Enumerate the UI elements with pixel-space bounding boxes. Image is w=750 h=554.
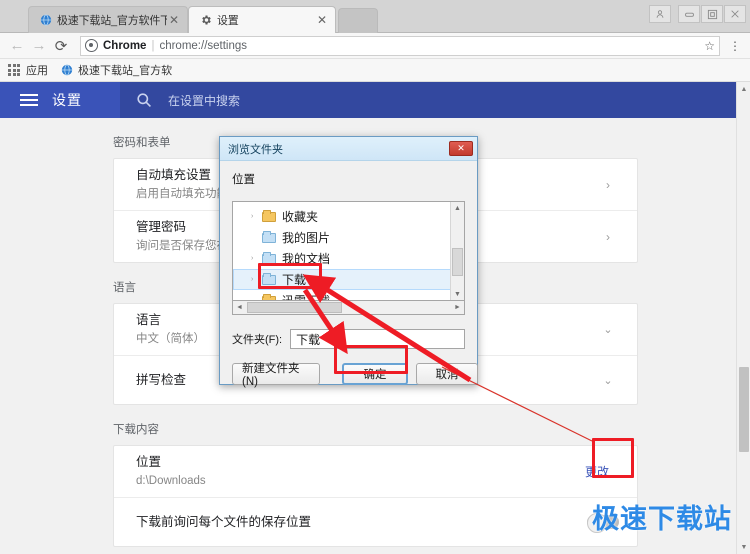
scroll-right-arrow[interactable]: ► bbox=[451, 302, 464, 314]
expander-icon[interactable]: › bbox=[251, 255, 262, 262]
close-button[interactable] bbox=[724, 5, 746, 23]
scroll-up-arrow[interactable]: ▲ bbox=[451, 202, 464, 214]
row-title: 下载前询问每个文件的保存位置 bbox=[136, 514, 312, 529]
chrome-menu-icon[interactable]: ⋮ bbox=[726, 40, 744, 52]
close-icon[interactable]: ✕ bbox=[449, 141, 473, 156]
expander-icon[interactable]: › bbox=[251, 276, 262, 283]
row-ask-before-download[interactable]: 下载前询问每个文件的保存位置 bbox=[114, 498, 637, 546]
new-tab-button[interactable] bbox=[338, 8, 378, 33]
tab-title: 极速下载站_官方软件下 bbox=[57, 15, 167, 27]
change-button[interactable]: 更改 bbox=[575, 457, 619, 486]
apps-grid-icon[interactable] bbox=[8, 64, 20, 76]
back-button[interactable]: ← bbox=[6, 35, 28, 57]
tree-item-favorites[interactable]: › 收藏夹 bbox=[233, 206, 464, 227]
chrome-circle-icon bbox=[85, 39, 98, 52]
tree-item-documents[interactable]: › 我的文档 bbox=[233, 248, 464, 269]
globe-icon bbox=[39, 14, 52, 27]
folder-name-label: 文件夹(F): bbox=[232, 334, 283, 346]
bookmark-apps[interactable]: 应用 bbox=[26, 62, 48, 78]
folder-documents-icon bbox=[262, 252, 277, 265]
tree-item-downloads[interactable]: › 下载 bbox=[233, 269, 464, 290]
chevron-right-icon[interactable]: › bbox=[597, 230, 619, 244]
scrollbar-thumb[interactable] bbox=[247, 302, 342, 313]
scrollbar-thumb[interactable] bbox=[452, 248, 463, 276]
folder-pictures-icon bbox=[262, 231, 277, 244]
bookmark-apps-label: 应用 bbox=[26, 65, 48, 77]
tab-settings[interactable]: 设置 ✕ bbox=[188, 6, 336, 33]
address-bar[interactable]: Chrome | chrome://settings ☆ bbox=[80, 35, 720, 56]
omnibox-scheme-label: Chrome bbox=[103, 39, 147, 52]
settings-header: 设置 在设置中搜索 bbox=[0, 82, 736, 118]
tree-item-label: 迅雷下载 bbox=[282, 294, 331, 301]
omnibox-url: chrome://settings bbox=[159, 39, 248, 52]
folder-download-icon bbox=[262, 273, 277, 286]
bookmark-star-icon[interactable]: ☆ bbox=[704, 39, 715, 53]
chevron-right-icon[interactable]: › bbox=[597, 178, 619, 192]
dialog-titlebar: 浏览文件夹 ✕ bbox=[220, 137, 477, 161]
ok-button[interactable]: 确定 bbox=[342, 363, 408, 385]
reload-button[interactable]: ⟳ bbox=[50, 35, 72, 57]
tab-title: 设置 bbox=[217, 15, 239, 27]
tree-item-label: 收藏夹 bbox=[282, 210, 319, 224]
globe-icon bbox=[60, 64, 73, 77]
tab-close-icon[interactable]: ✕ bbox=[315, 14, 329, 26]
scrollbar-thumb[interactable] bbox=[739, 367, 749, 452]
forward-button[interactable]: → bbox=[28, 35, 50, 57]
search-icon bbox=[136, 92, 152, 108]
dialog-body: 位置 › 收藏夹 我的图片 › 我的文档 › 下载 迅雷下载 ▲ ▼ ◄ ► 文… bbox=[220, 161, 478, 388]
browser-toolbar: ← → ⟳ Chrome | chrome://settings ☆ ⋮ bbox=[0, 33, 750, 59]
tree-item-label: 我的图片 bbox=[282, 231, 331, 245]
tree-horizontal-scrollbar[interactable]: ◄ ► bbox=[232, 301, 465, 315]
tab-close-icon[interactable]: ✕ bbox=[167, 14, 181, 26]
hamburger-icon[interactable] bbox=[20, 94, 38, 106]
folder-tree[interactable]: › 收藏夹 我的图片 › 我的文档 › 下载 迅雷下载 ▲ ▼ bbox=[232, 201, 465, 301]
tree-item-label: 我的文档 bbox=[282, 252, 331, 266]
chevron-down-icon[interactable]: ⌄ bbox=[597, 323, 619, 336]
row-subtitle: d:\Downloads bbox=[136, 475, 206, 487]
settings-search-box[interactable]: 在设置中搜索 bbox=[120, 82, 736, 118]
maximize-button[interactable] bbox=[701, 5, 723, 23]
tree-vertical-scrollbar[interactable]: ▲ ▼ bbox=[450, 202, 464, 300]
tree-item-thunder-downloads[interactable]: 迅雷下载 bbox=[233, 290, 464, 301]
scroll-up-arrow[interactable]: ▲ bbox=[737, 82, 750, 96]
tab-strip: 极速下载站_官方软件下 ✕ 设置 ✕ bbox=[0, 0, 750, 33]
scroll-left-arrow[interactable]: ◄ bbox=[233, 302, 246, 314]
folder-tree-list: › 收藏夹 我的图片 › 我的文档 › 下载 迅雷下载 bbox=[233, 202, 464, 301]
new-folder-button[interactable]: 新建文件夹(N) bbox=[232, 363, 320, 388]
minimize-button[interactable] bbox=[678, 5, 700, 23]
person-icon[interactable] bbox=[649, 5, 671, 23]
folder-icon bbox=[262, 294, 277, 300]
dialog-prompt: 位置 bbox=[232, 174, 255, 186]
cancel-button[interactable]: 取消 bbox=[416, 363, 478, 385]
omnibox-divider: | bbox=[151, 39, 155, 52]
row-title: 位置 bbox=[136, 455, 162, 469]
tree-item-pictures[interactable]: 我的图片 bbox=[233, 227, 464, 248]
expander-icon[interactable]: › bbox=[251, 213, 262, 220]
gear-icon bbox=[199, 14, 212, 27]
bookmark-item[interactable]: 极速下载站_官方软 bbox=[60, 62, 172, 78]
row-download-location[interactable]: 位置 d:\Downloads 更改 bbox=[114, 446, 637, 498]
tree-item-label: 下载 bbox=[282, 273, 307, 287]
bookmark-label: 极速下载站_官方软 bbox=[78, 65, 173, 77]
tab-jisu-download[interactable]: 极速下载站_官方软件下 ✕ bbox=[28, 6, 188, 33]
browse-folder-dialog: 浏览文件夹 ✕ 位置 › 收藏夹 我的图片 › 我的文档 › 下载 迅雷下载 ▲… bbox=[219, 136, 478, 388]
folder-name-row: 文件夹(F): 下载 bbox=[232, 329, 465, 349]
folder-name-input[interactable]: 下载 bbox=[290, 329, 465, 349]
dialog-buttons: 新建文件夹(N) 确定 取消 bbox=[232, 363, 478, 388]
dialog-title: 浏览文件夹 bbox=[228, 143, 283, 156]
scroll-down-arrow[interactable]: ▼ bbox=[737, 540, 750, 554]
folder-star-icon bbox=[262, 210, 277, 223]
search-input-placeholder: 在设置中搜索 bbox=[168, 93, 241, 108]
page-title: 设置 bbox=[52, 92, 82, 108]
site-watermark: 极速下载站 bbox=[592, 504, 732, 535]
bookmark-bar: 应用 极速下载站_官方软 bbox=[0, 59, 750, 82]
window-controls bbox=[649, 3, 746, 25]
scroll-down-arrow[interactable]: ▼ bbox=[451, 288, 464, 300]
section-label-downloads: 下载内容 bbox=[113, 424, 159, 436]
card-downloads: 位置 d:\Downloads 更改 下载前询问每个文件的保存位置 bbox=[113, 445, 638, 547]
browser-window: 极速下载站_官方软件下 ✕ 设置 ✕ ← → ⟳ Chrome | chrome… bbox=[0, 0, 750, 554]
page-scrollbar[interactable]: ▲ ▼ bbox=[736, 82, 750, 554]
chevron-down-icon[interactable]: ⌄ bbox=[597, 374, 619, 387]
